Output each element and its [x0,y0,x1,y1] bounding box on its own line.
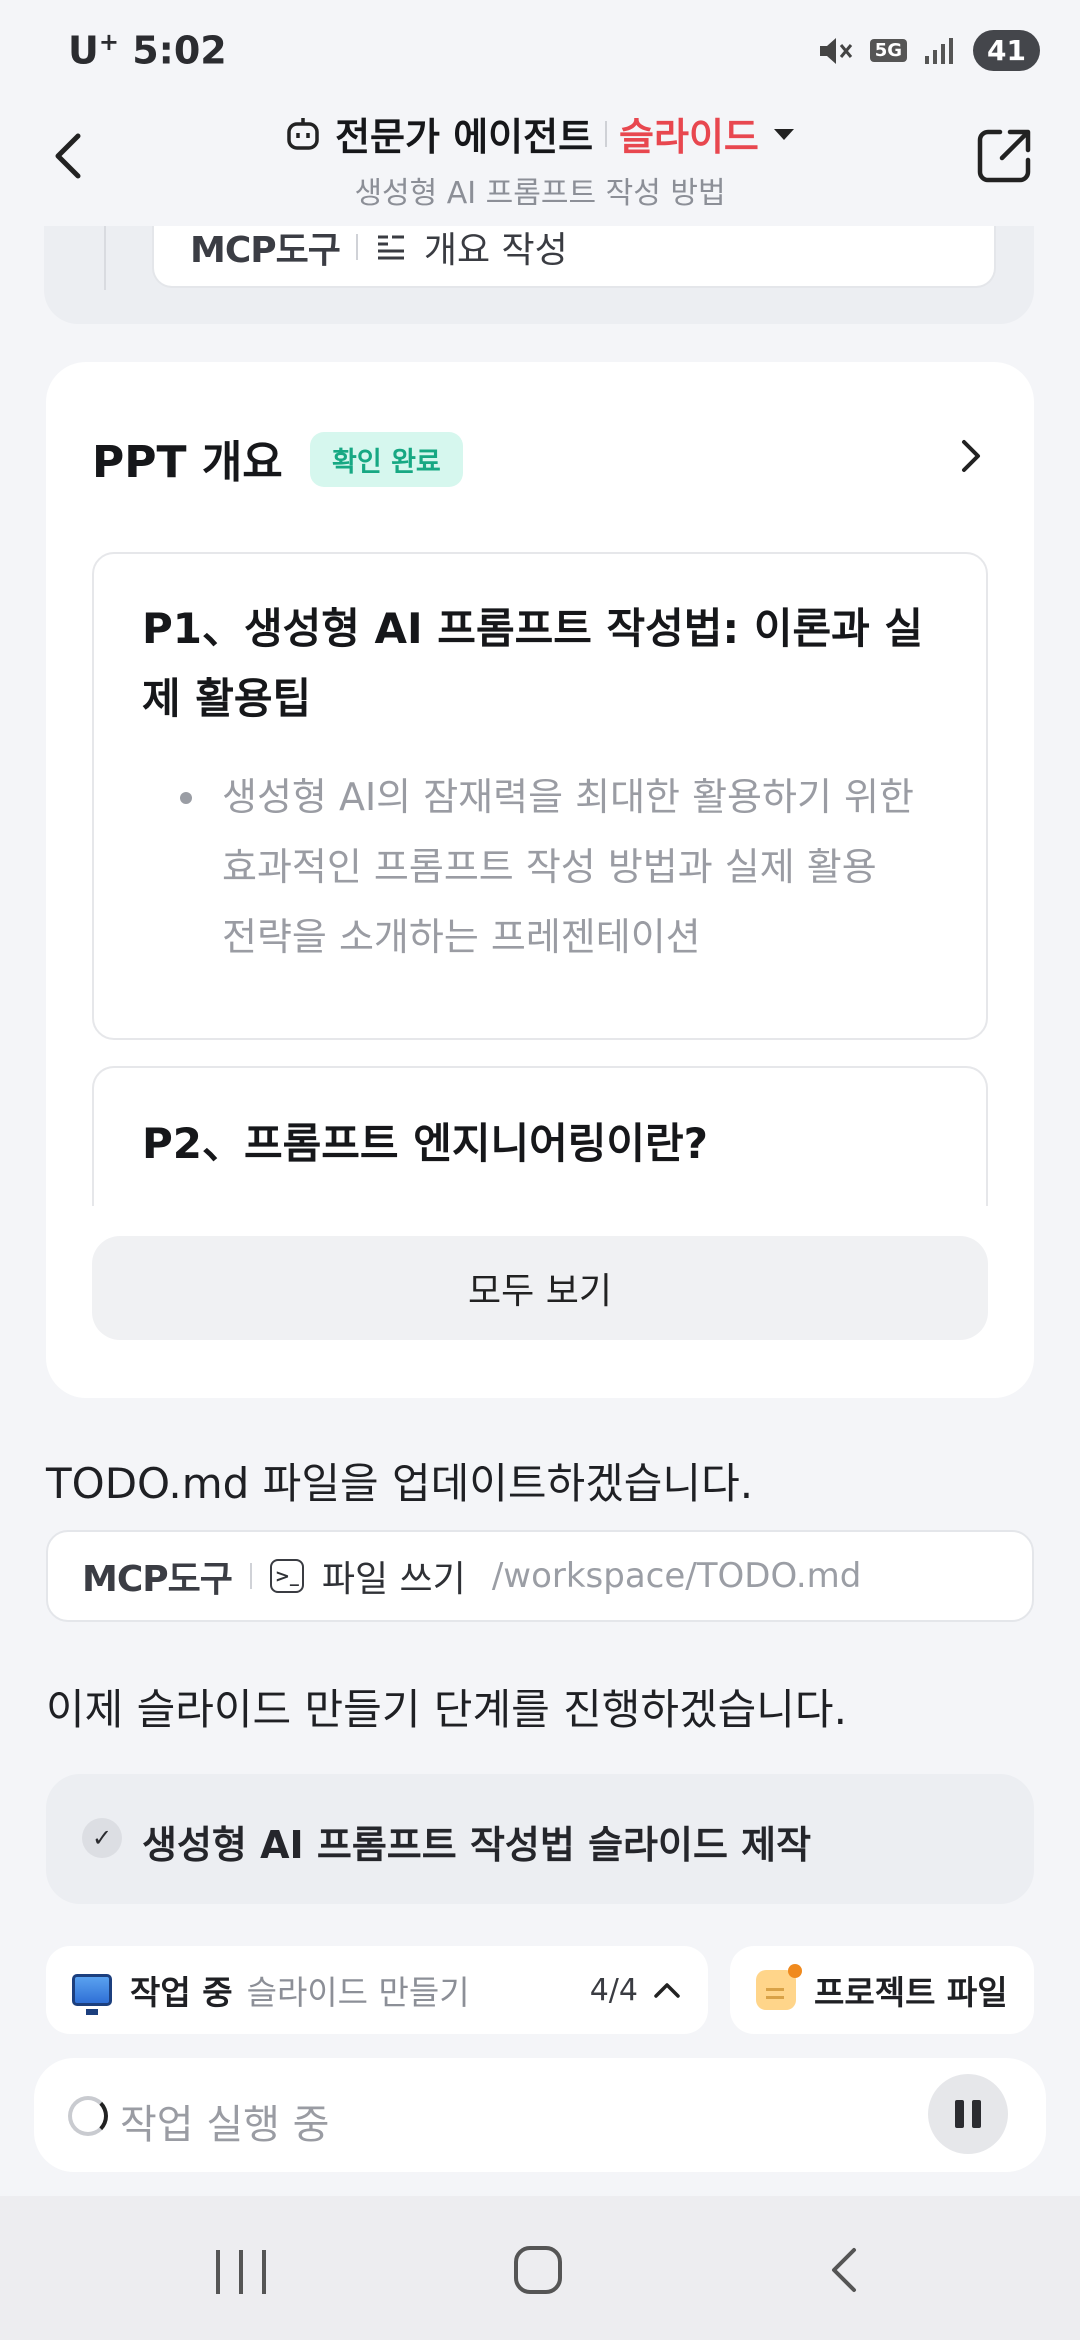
file-path: /workspace/TODO.md [491,1556,862,1596]
outline-title: PPT 개요 [92,437,283,488]
check-icon: ✓ [82,1818,122,1858]
pause-button[interactable] [928,2074,1008,2154]
caret-down-icon[interactable] [771,124,797,144]
work-count: 4/4 [589,1972,638,2008]
assistant-message: TODO.md 파일을 업데이트하겠습니다. [46,1459,754,1508]
slide-outline-item[interactable]: P1、생성형 AI 프롬프트 작성법: 이론과 실제 활용팁 생성형 AI의 잠… [92,552,988,1040]
assistant-message: 이제 슬라이드 만들기 단계를 진행하겠습니다. [46,1685,847,1734]
pause-icon [972,2100,981,2128]
work-status-pill[interactable]: 작업 중 슬라이드 만들기 4/4 [46,1946,708,2034]
title-divider [605,120,608,147]
slide-title: P2、프롬프트 엔지니어링이란? [142,1119,709,1168]
slide-bullet: 생성형 AI의 잠재력을 최대한 활용하기 위한 효과적인 프롬프트 작성 방법… [222,775,914,959]
ppt-outline-card: PPT 개요 확인 완료 P1、생성형 AI 프롬프트 작성법: 이론과 실제 … [46,362,1034,1398]
mute-icon [819,37,852,64]
network-badge: 5G [869,39,908,62]
pause-icon [955,2100,964,2128]
work-status: 작업 중 [130,1973,233,2012]
status-carrier-time: U+ 5:02 [68,28,227,73]
agent-title: 전문가 에이전트 [335,115,594,159]
chat-input-bar[interactable]: 작업 실행 중 [34,2058,1046,2172]
input-status-text: 작업 실행 중 [120,2102,330,2148]
signal-icon [925,37,954,64]
home-icon[interactable] [514,2246,562,2294]
timeline-line [104,226,106,290]
recents-icon[interactable] [216,2250,266,2294]
chevron-right-icon[interactable] [950,436,990,476]
outline-tool-action: 개요 작성 [423,230,568,271]
robot-icon [287,117,319,150]
divider [249,1563,252,1589]
task-label: 생성형 AI 프롬프트 작성법 슬라이드 제작 [142,1823,812,1867]
mode-label: 슬라이드 [619,115,759,159]
status-icons: 5G 41 [816,30,1040,71]
title-row[interactable]: 전문가 에이전트 슬라이드 [0,106,1080,161]
mcp-logo: MCP도구 [190,230,341,271]
view-all-button[interactable]: 모두 보기 [92,1236,988,1340]
file-tool-action: 파일 쓰기 [321,1559,466,1600]
monitor-icon [72,1974,112,2015]
divider [355,234,358,260]
slide-outline-item[interactable]: P2、프롬프트 엔지니어링이란? [92,1066,988,1206]
task-item[interactable]: ✓ 생성형 AI 프롬프트 작성법 슬라이드 제작 [46,1774,1034,1904]
folder-icon [756,1964,802,2010]
project-files-button[interactable]: 프로젝트 파일 [730,1946,1034,2034]
app-header: 전문가 에이전트 슬라이드 생성형 AI 프롬프트 작성 방법 [0,100,1080,226]
carrier-sup: + [98,28,119,56]
battery-indicator: 41 [973,30,1040,71]
chevron-up-icon [654,1983,680,1998]
system-nav-bar [0,2196,1080,2340]
status-badge: 확인 완료 [310,432,463,487]
file-write-tool-chip[interactable]: MCP도구 >_ 파일 쓰기 /workspace/TODO.md [46,1530,1034,1622]
outline-list-icon [377,235,404,260]
loading-spinner-icon [68,2096,108,2136]
work-task: 슬라이드 만들기 [246,1973,470,2012]
mcp-logo: MCP도구 [82,1559,233,1600]
status-bar: U+ 5:02 5G 41 [0,0,1080,100]
bullet-dot [180,792,192,804]
conversation-subtitle: 생성형 AI 프롬프트 작성 방법 [354,176,726,211]
carrier-label: U [68,28,99,73]
share-external-icon[interactable] [972,124,1036,188]
back-nav-icon[interactable] [820,2244,872,2296]
clock: 5:02 [132,28,227,73]
slide-title: P1、생성형 AI 프롬프트 작성법: 이론과 실제 활용팁 [142,604,924,723]
project-files-label: 프로젝트 파일 [814,1973,1008,2012]
terminal-icon: >_ [269,1559,304,1593]
